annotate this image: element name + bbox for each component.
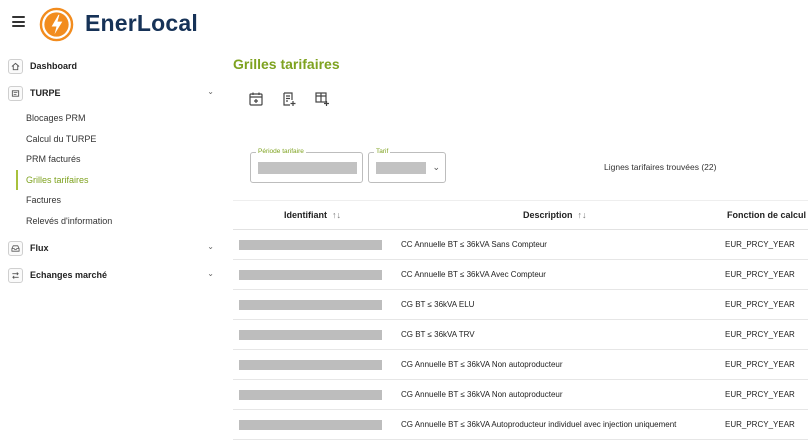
sidebar-item-label: Echanges marché — [30, 270, 108, 280]
fonction-cell: EUR_PRCY_YEAR — [725, 330, 795, 339]
identifiant-cell — [239, 360, 382, 370]
column-header-label: Fonction de calcul — [727, 210, 807, 220]
document-add-icon[interactable] — [281, 91, 297, 107]
fonction-cell: EUR_PRCY_YEAR — [725, 420, 795, 429]
column-header-identifiant[interactable]: Identifiant ↑↓ — [284, 210, 341, 220]
identifiant-cell — [239, 270, 382, 280]
sidebar-subitem-factures[interactable]: Factures — [16, 190, 216, 210]
table-row[interactable]: CG BT ≤ 36kVA ELU EUR_PRCY_YEAR — [233, 290, 808, 320]
fonction-cell: EUR_PRCY_YEAR — [725, 360, 795, 369]
identifiant-cell — [239, 240, 382, 250]
table-header: Identifiant ↑↓ Description ↑↓ Fonction de … — [233, 200, 808, 230]
sort-icon[interactable]: ↑↓ — [578, 210, 587, 220]
sidebar-subitem-calcul-turpe[interactable]: Calcul du TURPE — [16, 129, 216, 149]
sidebar-subitem-grilles-tarifaires[interactable]: Grilles tarifaires — [16, 170, 216, 190]
menu-icon[interactable] — [12, 16, 25, 27]
fonction-cell: EUR_PRCY_YEAR — [725, 240, 795, 249]
sidebar-item-label: Flux — [30, 243, 49, 253]
calendar-add-icon[interactable] — [248, 91, 264, 107]
table-row[interactable]: CG Annuelle BT ≤ 36kVA Autoproducteur in… — [233, 410, 808, 440]
swap-arrows-icon — [8, 267, 23, 283]
identifiant-cell — [239, 390, 382, 400]
sidebar-item-turpe[interactable]: TURPE ⌄ — [8, 82, 218, 104]
table-add-icon[interactable] — [314, 91, 330, 107]
sidebar-item-label: TURPE — [30, 88, 61, 98]
chevron-down-icon[interactable]: ⌄ — [207, 242, 214, 251]
column-header-fonction: Fonction de calcul — [727, 210, 806, 220]
description-cell: CC Annuelle BT ≤ 36kVA Avec Compteur — [401, 270, 546, 279]
home-icon — [8, 58, 23, 74]
chevron-down-icon[interactable]: ⌄ — [207, 87, 214, 96]
chevron-down-icon[interactable]: ⌄ — [432, 162, 440, 173]
table-row[interactable]: CG Annuelle BT ≤ 36kVA Non autoproducteu… — [233, 380, 808, 410]
identifiant-cell — [239, 420, 382, 430]
tarif-value — [376, 162, 426, 174]
sidebar-item-label: Dashboard — [30, 61, 78, 71]
description-cell: CG Annuelle BT ≤ 36kVA Autoproducteur in… — [401, 420, 677, 429]
description-cell: CC Annuelle BT ≤ 36kVA Sans Compteur — [401, 240, 547, 249]
results-count: Lignes tarifaires trouvées (22) — [604, 162, 717, 172]
inbox-icon — [8, 240, 23, 256]
identifiant-cell — [239, 300, 382, 310]
column-header-label: Identifiant — [284, 210, 327, 220]
description-cell: CG Annuelle BT ≤ 36kVA Non autoproducteu… — [401, 390, 563, 399]
sidebar-item-echanges-marche[interactable]: Echanges marché ⌄ — [8, 264, 218, 286]
document-icon — [8, 85, 23, 101]
sidebar: Dashboard TURPE ⌄ Blocages PRM Calcul du… — [0, 52, 222, 444]
description-cell: CG BT ≤ 36kVA ELU — [401, 300, 475, 309]
fonction-cell: EUR_PRCY_YEAR — [725, 270, 795, 279]
sidebar-subitem-releves-information[interactable]: Relevés d'information — [16, 211, 216, 231]
sidebar-item-dashboard[interactable]: Dashboard — [8, 55, 218, 77]
description-cell: CG Annuelle BT ≤ 36kVA Non autoproducteu… — [401, 360, 563, 369]
sidebar-item-flux[interactable]: Flux ⌄ — [8, 237, 218, 259]
description-cell: CG BT ≤ 36kVA TRV — [401, 330, 475, 339]
brand-name: EnerLocal — [85, 10, 199, 36]
logo-icon — [39, 7, 74, 42]
fonction-cell: EUR_PRCY_YEAR — [725, 300, 795, 309]
table-row[interactable]: CC Annuelle BT ≤ 36kVA Avec Compteur EUR… — [233, 260, 808, 290]
periode-tarifaire-select[interactable]: Période tarifaire — [250, 148, 363, 183]
sidebar-subitem-prm-factures[interactable]: PRM facturés — [16, 149, 216, 169]
tarif-select[interactable]: Tarif ⌄ — [368, 148, 446, 183]
periode-tarifaire-value — [258, 162, 357, 174]
table-row[interactable]: CG BT ≤ 36kVA TRV EUR_PRCY_YEAR — [233, 320, 808, 350]
main-content: Grilles tarifaires Période tarifaire Tar… — [222, 0, 808, 444]
table-row[interactable]: CG Annuelle BT ≤ 36kVA Non autoproducteu… — [233, 350, 808, 380]
sidebar-subitem-blocages-prm[interactable]: Blocages PRM — [16, 108, 216, 128]
tarif-label: Tarif — [374, 148, 391, 155]
chevron-down-icon[interactable]: ⌄ — [207, 269, 214, 278]
column-header-label: Description — [523, 210, 573, 220]
identifiant-cell — [239, 330, 382, 340]
page-title: Grilles tarifaires — [233, 56, 340, 72]
fonction-cell: EUR_PRCY_YEAR — [725, 390, 795, 399]
sort-icon[interactable]: ↑↓ — [332, 210, 341, 220]
periode-tarifaire-label: Période tarifaire — [256, 148, 306, 155]
table-row[interactable]: CC Annuelle BT ≤ 36kVA Sans Compteur EUR… — [233, 230, 808, 260]
column-header-description[interactable]: Description ↑↓ — [523, 210, 587, 220]
